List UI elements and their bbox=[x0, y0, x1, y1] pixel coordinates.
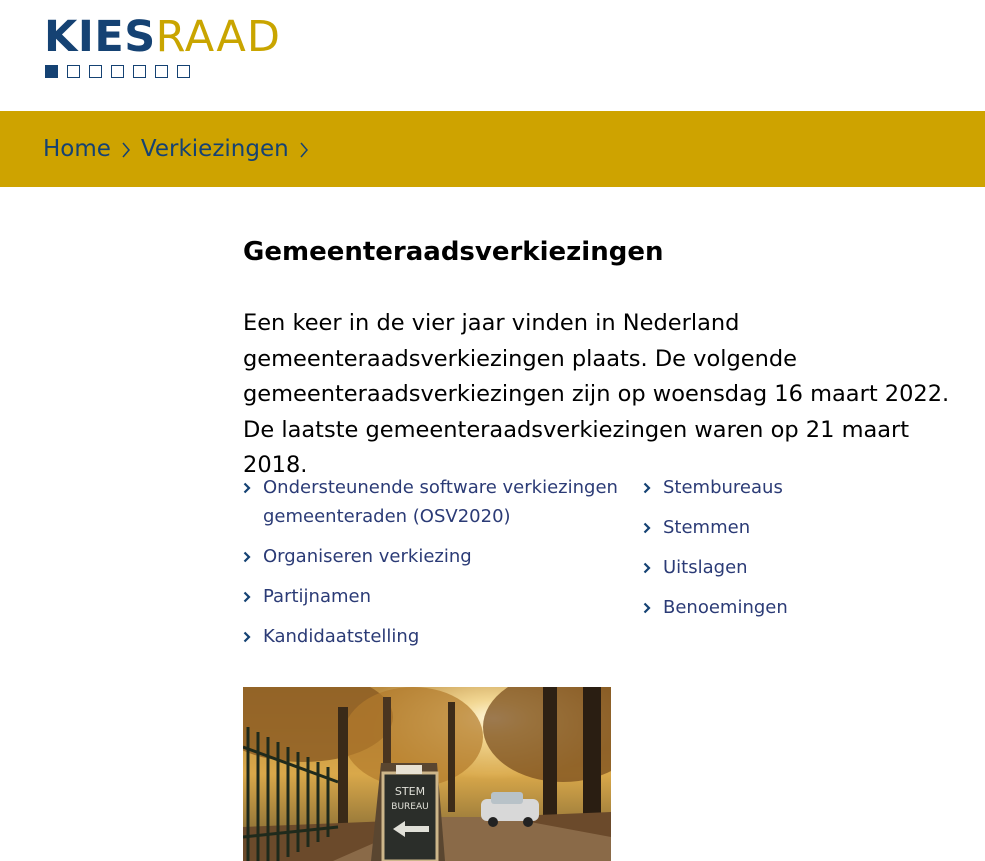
topic-links-left: Ondersteunende software verkiezingen gem… bbox=[243, 474, 623, 663]
link-stemmen[interactable]: Stemmen bbox=[643, 514, 943, 543]
logo-squares bbox=[45, 65, 190, 78]
polling-station-photo: STEM BUREAU bbox=[243, 687, 611, 861]
link-partijnamen[interactable]: Partijnamen bbox=[243, 583, 623, 612]
logo-square bbox=[155, 65, 168, 78]
link-label: Stemmen bbox=[663, 517, 751, 538]
photo-illustration: STEM BUREAU bbox=[243, 687, 611, 861]
chevron-right-icon bbox=[643, 522, 651, 534]
chevron-right-icon bbox=[643, 482, 651, 494]
link-label: Ondersteunende software verkiezingen gem… bbox=[263, 477, 618, 527]
topic-links-right: Stembureaus Stemmen Uitslagen Benoeminge… bbox=[643, 474, 943, 634]
sign-text-bureau: BUREAU bbox=[391, 802, 428, 812]
logo-wordmark: KIESRAAD bbox=[44, 14, 281, 60]
logo-raad: RAAD bbox=[155, 12, 281, 62]
logo-square bbox=[177, 65, 190, 78]
breadcrumb-home[interactable]: Home bbox=[43, 136, 111, 162]
logo-square bbox=[111, 65, 124, 78]
link-label: Stembureaus bbox=[663, 477, 783, 498]
chevron-right-icon bbox=[243, 591, 251, 602]
link-benoemingen[interactable]: Benoemingen bbox=[643, 594, 943, 623]
link-label: Uitslagen bbox=[663, 557, 748, 578]
link-label: Kandidaatstelling bbox=[263, 625, 420, 647]
link-label: Partijnamen bbox=[263, 585, 371, 607]
intro-text: Een keer in de vier jaar vinden in Neder… bbox=[243, 310, 950, 478]
link-stembureaus[interactable]: Stembureaus bbox=[643, 474, 943, 503]
chevron-right-icon bbox=[243, 482, 251, 494]
kiesraad-logo[interactable]: KIESRAAD bbox=[44, 14, 280, 84]
chevron-right-icon bbox=[643, 562, 651, 574]
chevron-right-icon bbox=[243, 631, 251, 642]
chevron-right-icon bbox=[243, 551, 251, 562]
chevron-right-icon bbox=[122, 142, 130, 158]
sign-text-stem: STEM bbox=[395, 785, 425, 798]
link-osv2020[interactable]: Ondersteunende software verkiezingen gem… bbox=[243, 474, 623, 531]
link-kandidaatstelling[interactable]: Kandidaatstelling bbox=[243, 623, 623, 652]
logo-square bbox=[45, 65, 58, 78]
logo-square bbox=[67, 65, 80, 78]
link-label: Organiseren verkiezing bbox=[263, 545, 472, 567]
breadcrumb-verkiezingen[interactable]: Verkiezingen bbox=[141, 136, 289, 162]
logo-kies: KIES bbox=[44, 12, 156, 62]
breadcrumb-bar: Home Verkiezingen bbox=[0, 111, 985, 187]
chevron-right-icon bbox=[643, 602, 651, 614]
link-label: Benoemingen bbox=[663, 597, 788, 618]
logo-square bbox=[133, 65, 146, 78]
chevron-right-icon bbox=[300, 142, 308, 158]
page-title: Gemeenteraadsverkiezingen bbox=[243, 237, 664, 267]
link-organiseren-verkiezing[interactable]: Organiseren verkiezing bbox=[243, 543, 623, 572]
breadcrumb: Home Verkiezingen bbox=[43, 111, 319, 187]
logo-square bbox=[89, 65, 102, 78]
link-uitslagen[interactable]: Uitslagen bbox=[643, 554, 943, 583]
